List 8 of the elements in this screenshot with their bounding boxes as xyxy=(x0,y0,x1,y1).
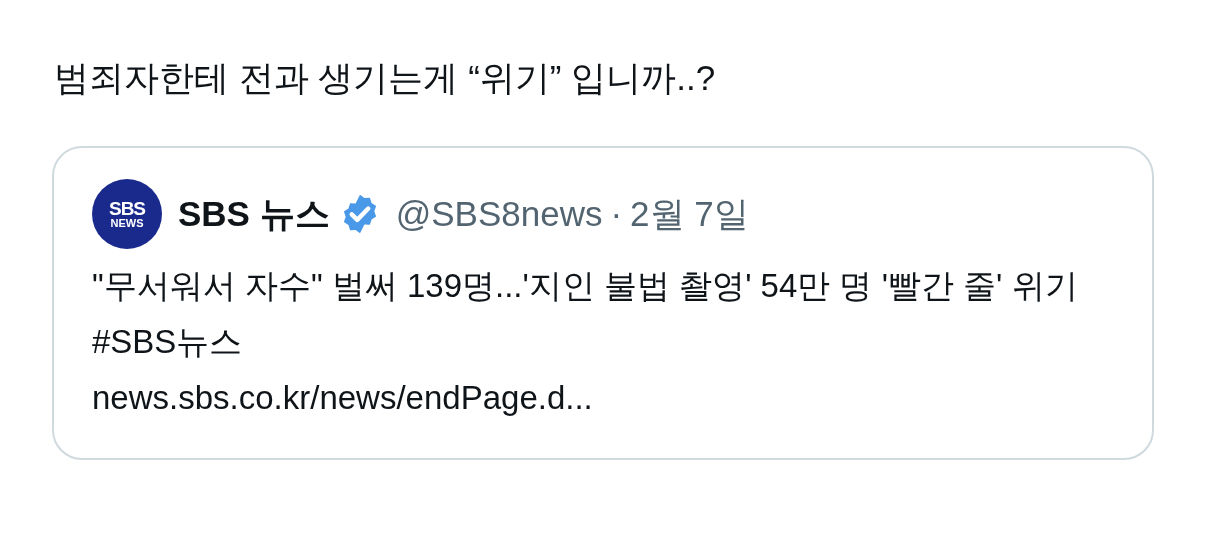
tweet-text: 범죄자한테 전과 생기는게 “위기” 입니까..? xyxy=(54,57,717,99)
link-text[interactable]: news.sbs.co.kr/news/endPage.d... xyxy=(92,370,1114,426)
separator-dot: · xyxy=(610,194,623,234)
quoted-tweet-card[interactable]: SBS NEWS SBS 뉴스 @SBS8news · 2월 7일 "무서워서 자수" 벌써 139명...'지인 불법 촬영' 54만 명 '빨간 줄' 위기 #SBS뉴스 news.sbs.co.kr/news/endPage.d... xyxy=(52,146,1154,460)
post-date[interactable]: 2월 7일 xyxy=(630,190,749,238)
author-handle[interactable]: @SBS8news xyxy=(395,194,603,234)
avatar[interactable]: SBS NEWS xyxy=(92,179,162,249)
author-name[interactable]: SBS 뉴스 xyxy=(178,190,330,238)
